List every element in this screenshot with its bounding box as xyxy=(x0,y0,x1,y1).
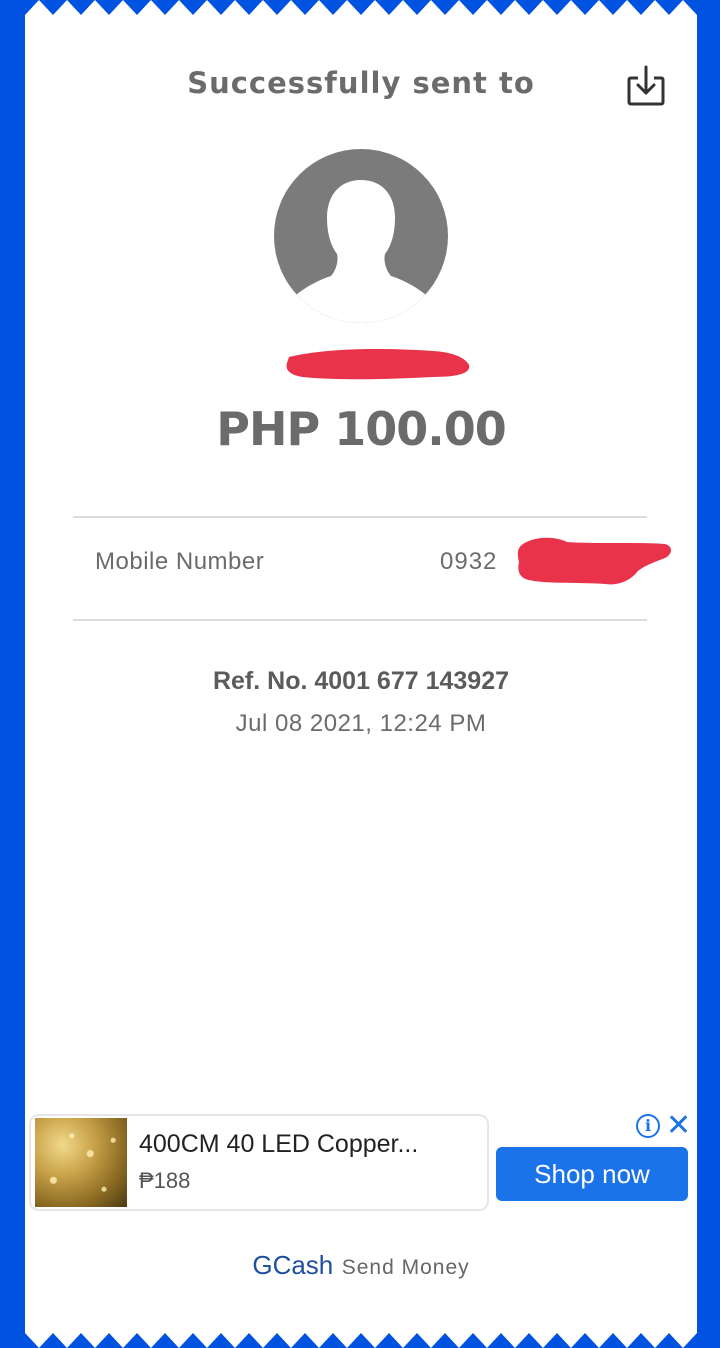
shop-now-button[interactable]: Shop now xyxy=(496,1147,688,1201)
mobile-redaction xyxy=(517,537,671,585)
name-redaction xyxy=(286,349,470,380)
footer-label: Send Money xyxy=(341,1256,470,1279)
info-icon[interactable]: i xyxy=(636,1114,660,1138)
receipt-card: Successfully sent to PHP 100.00 Mobile N… xyxy=(25,0,697,1348)
download-button[interactable] xyxy=(625,64,667,108)
amount: PHP 100.00 xyxy=(216,402,506,456)
download-icon xyxy=(627,65,665,106)
ad-title[interactable]: 400CM 40 LED Copper... xyxy=(139,1130,418,1159)
person-avatar-icon xyxy=(274,149,448,323)
footer: GCash Send Money xyxy=(25,1250,697,1281)
ad-product-image[interactable] xyxy=(35,1118,127,1207)
recipient-avatar xyxy=(273,148,449,324)
ad-price: ₱188 xyxy=(139,1168,191,1193)
page-title: Successfully sent to xyxy=(187,66,535,100)
footer-brand: GCash xyxy=(252,1250,334,1280)
mobile-number-label: Mobile Number xyxy=(95,548,265,575)
close-icon[interactable]: ✕ xyxy=(666,1108,691,1144)
mobile-number-value: 0932 xyxy=(440,548,498,575)
ad-card[interactable]: 400CM 40 LED Copper... ₱188 xyxy=(29,1114,489,1211)
divider-top xyxy=(73,516,647,518)
transaction-datetime: Jul 08 2021, 12:24 PM xyxy=(235,710,487,737)
reference-number: Ref. No. 4001 677 143927 xyxy=(212,667,510,695)
divider-bottom xyxy=(73,619,647,621)
